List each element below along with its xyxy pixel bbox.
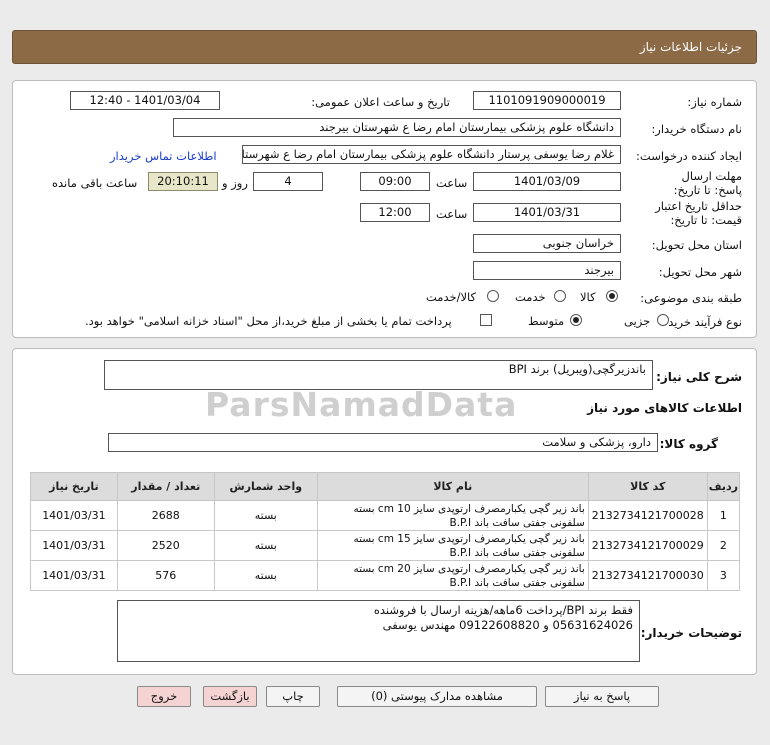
row-name: باند زیر گچی یکبارمصرف ارتوپدی سایز cm 2… bbox=[316, 560, 589, 591]
deadline-label: مهلت ارسال پاسخ: تا تاریخ: bbox=[673, 169, 742, 197]
category-service-label: خدمت bbox=[515, 290, 546, 304]
goods-group-field: دارو، پزشکی و سلامت bbox=[108, 433, 658, 452]
col-qty: تعداد / مقدار bbox=[116, 472, 215, 501]
buyer-notes-line-2: 05631624026 و 09122608820 مهندس یوسفی bbox=[382, 618, 633, 632]
city-field: بیرجند bbox=[473, 261, 621, 280]
row-qty: 2520 bbox=[116, 530, 215, 561]
days-label: روز و bbox=[222, 176, 248, 190]
page-header: جزئیات اطلاعات نیاز bbox=[12, 30, 757, 64]
row-code: 2132734121700028 bbox=[587, 500, 708, 531]
attachments-button[interactable]: مشاهده مدارک پیوستی (0) bbox=[337, 686, 537, 707]
announce-datetime-field: 1401/03/04 - 12:40 bbox=[70, 91, 220, 110]
deadline-time-label: ساعت bbox=[436, 176, 468, 190]
page-title: جزئیات اطلاعات نیاز bbox=[639, 40, 742, 54]
process-minor-radio[interactable] bbox=[657, 314, 669, 326]
row-date: 1401/03/31 bbox=[30, 530, 118, 561]
validity-time-label: ساعت bbox=[436, 207, 468, 221]
validity-time-field: 12:00 bbox=[360, 203, 430, 222]
requester-label: ایجاد کننده درخواست: bbox=[636, 149, 742, 163]
reply-button[interactable]: پاسخ به نیاز bbox=[545, 686, 659, 707]
category-goods-label: کالا bbox=[580, 290, 596, 304]
col-date: تاریخ نیاز bbox=[30, 472, 118, 501]
validity-date-field: 1401/03/31 bbox=[473, 203, 621, 222]
table-row: 2 2132734121700029 باند زیر گچی یکبارمصر… bbox=[30, 530, 741, 561]
row-code: 2132734121700030 bbox=[587, 560, 708, 591]
province-field: خراسان جنوبی bbox=[473, 234, 621, 253]
goods-table-header: ردیف کد کالا نام کالا واحد شمارش تعداد /… bbox=[30, 472, 741, 501]
deadline-time-field: 09:00 bbox=[360, 172, 430, 191]
buyer-notes-line-1: فقط برند BPI/پرداخت 6ماهه/هزینه ارسال با… bbox=[373, 603, 633, 617]
row-date: 1401/03/31 bbox=[30, 500, 118, 531]
goods-group-label: گروه کالا: bbox=[659, 437, 718, 451]
row-name: باند زیر گچی یکبارمصرف ارتوپدی سایز cm 1… bbox=[316, 500, 589, 531]
province-label: استان محل تحویل: bbox=[651, 238, 742, 252]
row-index: 2 bbox=[706, 530, 741, 561]
watermark-text: ParsNamadData bbox=[205, 385, 518, 424]
category-service-radio[interactable] bbox=[554, 290, 566, 302]
process-medium-radio[interactable] bbox=[570, 314, 582, 326]
row-index: 1 bbox=[706, 500, 741, 531]
days-remaining-field: 4 bbox=[253, 172, 323, 191]
goods-info-title: اطلاعات کالاهای مورد نیاز bbox=[587, 401, 742, 415]
buyer-contact-link[interactable]: اطلاعات تماس خریدار bbox=[110, 149, 217, 163]
table-row: 1 2132734121700028 باند زیر گچی یکبارمصر… bbox=[30, 500, 741, 531]
goods-table: ردیف کد کالا نام کالا واحد شمارش تعداد /… bbox=[30, 472, 741, 591]
deadline-date-field: 1401/03/09 bbox=[473, 172, 621, 191]
process-minor-label: جزیی bbox=[624, 314, 651, 328]
row-name: باند زیر گچی یکبارمصرف ارتوپدی سایز cm 1… bbox=[316, 530, 589, 561]
process-medium-label: متوسط bbox=[528, 314, 565, 328]
col-code: کد کالا bbox=[587, 472, 708, 501]
row-unit: بسته bbox=[213, 500, 318, 531]
row-date: 1401/03/31 bbox=[30, 560, 118, 591]
row-qty: 2688 bbox=[116, 500, 215, 531]
row-qty: 576 bbox=[116, 560, 215, 591]
treasury-payment-checkbox[interactable] bbox=[480, 314, 492, 326]
row-unit: بسته bbox=[213, 530, 318, 561]
row-unit: بسته bbox=[213, 560, 318, 591]
category-goods-service-radio[interactable] bbox=[487, 290, 499, 302]
row-index: 3 bbox=[706, 560, 741, 591]
col-unit: واحد شمارش bbox=[213, 472, 318, 501]
buyer-org-label: نام دستگاه خریدار: bbox=[651, 122, 742, 136]
col-name: نام کالا bbox=[316, 472, 589, 501]
back-button[interactable]: بازگشت bbox=[203, 686, 257, 707]
table-row: 3 2132734121700030 باند زیر گچی یکبارمصر… bbox=[30, 560, 741, 591]
row-code: 2132734121700029 bbox=[587, 530, 708, 561]
city-label: شهر محل تحویل: bbox=[658, 265, 742, 279]
buyer-notes-label: توضیحات خریدار: bbox=[640, 626, 742, 640]
validity-label: حداقل تاریخ اعتبار قیمت: تا تاریخ: bbox=[655, 199, 742, 227]
print-button[interactable]: چاپ bbox=[266, 686, 320, 707]
buyer-org-field: دانشگاه علوم پزشکی بیمارستان امام رضا ع … bbox=[173, 118, 621, 137]
remaining-time-field: 20:10:11 bbox=[148, 172, 218, 191]
buyer-notes-box: فقط برند BPI/پرداخت 6ماهه/هزینه ارسال با… bbox=[117, 600, 640, 662]
summary-label: شرح کلی نیاز: bbox=[656, 370, 742, 384]
category-goods-radio[interactable] bbox=[606, 290, 618, 302]
process-label: نوع فرآیند خرید : bbox=[660, 315, 742, 329]
requester-field: غلام رضا یوسفی پرستار دانشگاه علوم پزشکی… bbox=[242, 145, 621, 164]
treasury-payment-note: پرداخت تمام یا بخشی از مبلغ خرید،از محل … bbox=[85, 314, 452, 328]
exit-button[interactable]: خروج bbox=[137, 686, 191, 707]
announce-label: تاریخ و ساعت اعلان عمومی: bbox=[311, 95, 450, 109]
category-label: طبقه بندی موضوعی: bbox=[640, 291, 742, 305]
need-number-field: 1101091909000019 bbox=[473, 91, 621, 110]
category-goods-service-label: کالا/خدمت bbox=[426, 290, 477, 304]
need-number-label: شماره نیاز: bbox=[687, 95, 742, 109]
col-index: ردیف bbox=[706, 472, 741, 501]
remaining-time-label: ساعت باقی مانده bbox=[52, 176, 138, 190]
